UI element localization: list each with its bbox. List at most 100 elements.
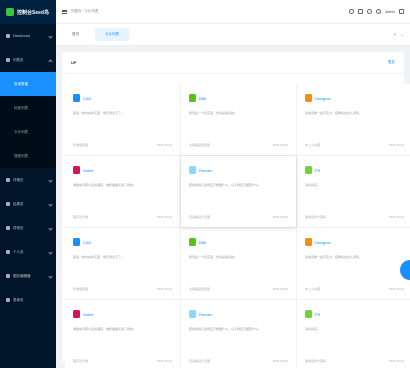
card-title[interactable]: Designer xyxy=(315,96,331,101)
reload-icon[interactable]: ⟳ xyxy=(393,32,396,37)
card-team[interactable]: 全组都是吴彦祖 xyxy=(189,287,210,291)
sidebar-subitem-query-table[interactable]: 查询表格 xyxy=(0,72,56,96)
user-name[interactable]: Admin xyxy=(385,10,395,14)
card-title[interactable]: Notes xyxy=(83,168,93,173)
warning-icon xyxy=(6,226,10,230)
app-logo[interactable]: 控制台Seed鸟 xyxy=(0,0,56,24)
sidebar-subitem-standard-list[interactable]: 标准列表 xyxy=(0,96,56,120)
breadcrumb: 列表页 / 卡片列表 xyxy=(71,9,99,13)
project-card[interactable]: PS 凛冬将至。 骗你来学计算机 2021-06-01 xyxy=(297,156,410,227)
sidebar-item-profile[interactable]: 详情页 xyxy=(0,168,56,192)
card-header: Render xyxy=(189,166,288,174)
globe-icon[interactable] xyxy=(399,9,404,14)
card-header: PS xyxy=(305,166,404,174)
card-footer: 高逼格设计天团 2021-06-01 xyxy=(189,215,288,219)
search-icon[interactable] xyxy=(349,9,355,14)
top-header: 列表页 / 卡片列表 Admin xyxy=(56,0,410,24)
card-description: 那时候我只会想自己想要什么，从不想自己拥有什么。 xyxy=(189,327,262,331)
sidebar-item-form[interactable]: 表单页 xyxy=(0,288,56,312)
card-header: Render xyxy=(189,310,288,318)
sidebar-item-editor[interactable]: 图形编辑器 xyxy=(0,264,56,288)
card-description: 城镇中有那么多的酒馆，她却偏偏走进了我的。 xyxy=(73,327,137,331)
card-title[interactable]: PS xyxy=(315,168,320,173)
card-team[interactable]: 骗你来学计算机 xyxy=(305,359,326,363)
card-team[interactable]: 高逼格设计天团 xyxy=(189,359,210,363)
tab-card-list[interactable]: 卡片列表 xyxy=(95,28,129,41)
card-description: 城镇中有那么多的酒馆，她却偏偏走进了我的。 xyxy=(73,183,137,187)
chevron-down-icon xyxy=(48,225,53,231)
card-team[interactable]: 程序员日常 xyxy=(73,215,88,219)
card-date: 2021-06-01 xyxy=(272,287,288,291)
project-card[interactable]: CAD 那是一种内在的东西，他们到达不了。 科学搬砖组 2021-06-01 xyxy=(65,84,180,155)
card-footer: 中二少女团 2021-06-01 xyxy=(305,143,404,147)
project-card[interactable]: Designer 生命就像一盒巧克力，结果往往出人意料。 中二少女团 2021-06-… xyxy=(297,228,410,299)
card-title[interactable]: PS xyxy=(315,312,320,317)
logo-icon xyxy=(6,8,14,16)
question-icon[interactable] xyxy=(358,9,364,14)
project-card[interactable]: PS 凛冬将至。 骗你来学计算机 2021-06-01 xyxy=(297,300,410,368)
profile-icon xyxy=(6,178,10,182)
sidebar-item-dashboard[interactable]: Dashboard xyxy=(0,24,56,48)
panel-header: UP 更多 xyxy=(62,52,404,74)
project-logo-icon xyxy=(73,310,80,318)
sidebar-item-label: 个人页 xyxy=(13,249,24,254)
card-footer: 全组都是吴彦祖 2021-06-01 xyxy=(189,287,288,291)
project-logo-icon xyxy=(73,238,80,246)
card-header: BIM xyxy=(189,238,288,246)
card-team[interactable]: 高逼格设计天团 xyxy=(189,215,210,219)
card-description: 希望是一个好东西，也许是最好的。 xyxy=(189,255,238,259)
chevron-down-icon xyxy=(48,273,53,279)
card-date: 2021-06-01 xyxy=(388,143,404,147)
project-card[interactable]: Render 那时候我只会想自己想要什么，从不想自己拥有什么。 高逼格设计天团 202… xyxy=(181,300,296,368)
project-card[interactable]: Render 那时候我只会想自己想要什么，从不想自己拥有什么。 高逼格设计天团 202… xyxy=(181,156,296,227)
project-card[interactable]: CAD 那是一种内在的东西，他们到达不了。 科学搬砖组 2021-06-01 xyxy=(65,228,180,299)
sidebar-item-exception[interactable]: 异常页 xyxy=(0,216,56,240)
project-card[interactable]: BIM 希望是一个好东西，也许是最好的。 全组都是吴彦祖 2021-06-01 xyxy=(181,84,296,155)
avatar[interactable] xyxy=(376,9,382,14)
card-team[interactable]: 科学搬砖组 xyxy=(73,287,88,291)
card-team[interactable]: 中二少女团 xyxy=(305,287,320,291)
more-link[interactable]: 更多 xyxy=(388,60,395,65)
project-card[interactable]: Notes 城镇中有那么多的酒馆，她却偏偏走进了我的。 程序员日常 2021-06-0… xyxy=(65,156,180,227)
menu-fold-icon[interactable] xyxy=(62,9,67,14)
card-title[interactable]: BIM xyxy=(199,96,206,101)
card-date: 2021-06-01 xyxy=(156,215,172,219)
card-date: 2021-06-01 xyxy=(156,287,172,291)
card-header: BIM xyxy=(189,94,288,102)
card-title[interactable]: BIM xyxy=(199,240,206,245)
project-card[interactable]: Designer 生命就像一盒巧克力，结果往往出人意料。 中二少女团 2021-06-… xyxy=(297,84,410,155)
card-title[interactable]: CAD xyxy=(83,96,91,101)
card-header: CAD xyxy=(73,94,172,102)
bell-icon[interactable] xyxy=(367,9,373,14)
submenu-list: 查询表格 标准列表 卡片列表 搜索列表 xyxy=(0,72,56,168)
sidebar-subitem-search-list[interactable]: 搜索列表 xyxy=(0,144,56,168)
card-header: Notes xyxy=(73,166,172,174)
card-date: 2021-06-01 xyxy=(156,143,172,147)
chevron-down-icon xyxy=(48,177,53,183)
card-title[interactable]: Designer xyxy=(315,240,331,245)
card-team[interactable]: 全组都是吴彦祖 xyxy=(189,143,210,147)
sidebar-subitem-card-list[interactable]: 卡片列表 xyxy=(0,120,56,144)
card-team[interactable]: 科学搬砖组 xyxy=(73,143,88,147)
card-title[interactable]: CAD xyxy=(83,240,91,245)
sidebar-item-label: 详情页 xyxy=(13,177,24,182)
card-footer: 科学搬砖组 2021-06-01 xyxy=(73,287,172,291)
card-title[interactable]: Render xyxy=(199,168,212,173)
card-panel: UP 更多 CAD 那是一种内在的东西，他们到达不了。 科学搬砖组 2021-06-0… xyxy=(62,52,410,368)
card-team[interactable]: 骗你来学计算机 xyxy=(305,215,326,219)
sidebar-item-list[interactable]: 列表页 xyxy=(0,48,56,72)
card-team[interactable]: 中二少女团 xyxy=(305,143,320,147)
sidebar-item-result[interactable]: 结果页 xyxy=(0,192,56,216)
logo-text: 控制台Seed鸟 xyxy=(17,9,49,16)
chevron-down-icon[interactable]: ⌄ xyxy=(401,32,404,37)
project-card[interactable]: BIM 希望是一个好东西，也许是最好的。 全组都是吴彦祖 2021-06-01 xyxy=(181,228,296,299)
project-card[interactable]: Notes 城镇中有那么多的酒馆，她却偏偏走进了我的。 程序员日常 2021-06-0… xyxy=(65,300,180,368)
dashboard-icon xyxy=(6,34,10,38)
tab-home[interactable]: 首页 xyxy=(62,28,89,41)
card-team[interactable]: 程序员日常 xyxy=(73,359,88,363)
sidebar-item-account[interactable]: 个人页 xyxy=(0,240,56,264)
chevron-down-icon xyxy=(48,201,53,207)
card-header: Notes xyxy=(73,310,172,318)
card-title[interactable]: Render xyxy=(199,312,212,317)
card-title[interactable]: Notes xyxy=(83,312,93,317)
